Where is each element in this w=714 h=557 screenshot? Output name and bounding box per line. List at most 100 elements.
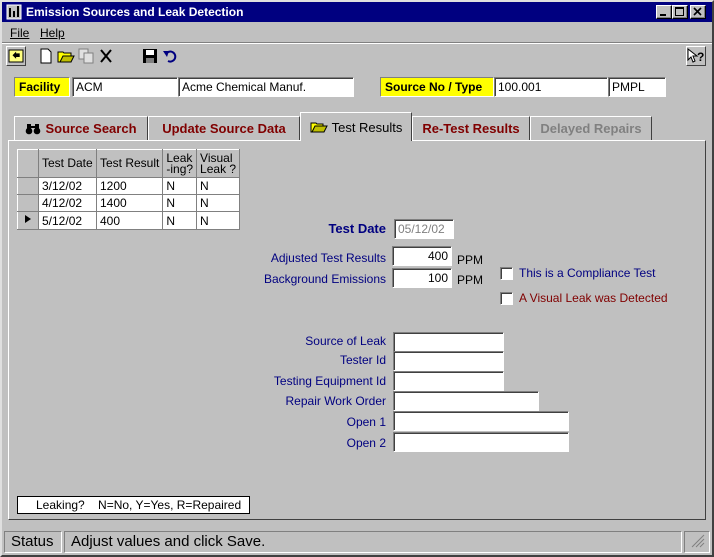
app-icon [6,4,22,20]
table-row[interactable]: 3/12/02 1200 N N [17,177,241,195]
cell-visual-leak[interactable]: N [196,177,241,195]
cell-test-date[interactable]: 4/12/02 [38,194,97,212]
visual-leak-label[interactable]: A Visual Leak was Detected [519,291,668,305]
cell-leaking[interactable]: N [162,194,198,212]
compliance-test-label[interactable]: This is a Compliance Test [519,266,656,280]
status-bar: Status Adjust values and click Save. [2,531,712,555]
resize-grip-icon [691,534,705,548]
cell-leaking[interactable]: N [162,177,198,195]
cell-visual-leak[interactable]: N [196,211,241,230]
grid-corner [17,149,39,178]
testing-equipment-id-field[interactable] [393,371,504,391]
current-row-arrow-icon [25,215,31,223]
tab-delayed-repairs-label: Delayed Repairs [540,121,642,136]
tab-test-results[interactable]: Test Results [300,112,412,141]
tab-source-search-label: Source Search [45,121,137,136]
open-1-field[interactable] [393,411,569,431]
open-2-label: Open 2 [346,436,386,450]
toolbar-separator [2,42,712,44]
open-folder-icon [310,122,328,133]
maximize-button[interactable] [672,5,688,19]
exit-button[interactable] [6,46,26,66]
source-no-field[interactable]: 100.001 [494,77,608,97]
repair-work-order-field[interactable] [393,391,539,411]
tester-id-field[interactable] [393,351,504,371]
tab-source-search[interactable]: Source Search [14,116,148,140]
maximize-icon [675,7,684,16]
tab-re-test-results-label: Re-Test Results [422,121,520,136]
open-button[interactable] [56,46,76,66]
tab-update-source-data-label: Update Source Data [162,121,286,136]
cell-test-result[interactable]: 1200 [95,177,164,195]
context-help-button[interactable]: ? [686,46,706,66]
delete-icon [100,49,112,63]
test-date-label: Test Date [328,221,386,236]
open-1-label: Open 1 [346,415,386,429]
undo-icon [163,50,177,63]
adjusted-test-results-label: Adjusted Test Results [270,251,386,265]
facility-name-field[interactable]: Acme Chemical Manuf. [178,77,354,97]
row-selector[interactable] [17,177,39,195]
size-grip[interactable] [684,531,710,553]
status-message: Adjust values and click Save. [64,531,682,553]
source-type-field[interactable]: PMPL [608,77,666,97]
leaking-legend: Leaking? N=No, Y=Yes, R=Repaired [17,496,250,514]
menu-file[interactable]: File [10,26,29,40]
table-row[interactable]: 5/12/02 400 N N [17,211,241,230]
tab-re-test-results[interactable]: Re-Test Results [412,116,530,140]
title-bar: Emission Sources and Leak Detection [2,2,712,22]
exit-icon [8,49,24,63]
facility-label: Facility [14,77,70,97]
close-button[interactable] [690,5,706,19]
save-button[interactable] [140,46,160,66]
svg-text:?: ? [697,50,704,64]
context-help-icon: ? [687,48,704,64]
row-selector[interactable] [17,194,39,212]
repair-work-order-label: Repair Work Order [285,394,386,408]
background-unit: PPM [457,273,484,287]
col-header-test-result[interactable]: Test Result [95,149,164,178]
cell-test-result[interactable]: 1400 [95,194,164,212]
cell-visual-leak[interactable]: N [196,194,241,212]
adjusted-test-results-field[interactable]: 400 [392,246,452,266]
test-results-grid: Test Date Test Result Leak -ing? Visual … [17,149,241,230]
minimize-button[interactable] [656,5,672,19]
tab-delayed-repairs: Delayed Repairs [530,116,652,140]
open-icon [57,51,75,63]
test-date-field: 05/12/02 [394,219,454,239]
background-emissions-label: Background Emissions [263,272,386,286]
cell-test-date[interactable]: 3/12/02 [38,177,97,195]
visual-leak-checkbox[interactable] [500,292,513,305]
tab-test-results-label: Test Results [331,119,403,135]
window-title: Emission Sources and Leak Detection [26,5,244,19]
binoculars-icon [26,123,41,134]
testing-equipment-id-label: Testing Equipment Id [273,374,386,388]
cell-test-date[interactable]: 5/12/02 [38,211,97,230]
open-2-field[interactable] [393,432,569,452]
undo-button[interactable] [160,46,180,66]
delete-button[interactable] [96,46,116,66]
copy-icon [78,48,94,64]
background-emissions-field[interactable]: 100 [392,268,452,288]
source-of-leak-field[interactable] [393,332,504,352]
facility-code-field[interactable]: ACM [72,77,178,97]
new-button[interactable] [36,46,56,66]
status-label: Status [4,531,62,553]
save-icon [143,49,157,63]
copy-button[interactable] [76,46,96,66]
cell-leaking[interactable]: N [162,211,198,230]
col-header-test-date[interactable]: Test Date [38,149,97,178]
new-icon [40,48,52,64]
table-row[interactable]: 4/12/02 1400 N N [17,194,241,212]
tab-update-source-data[interactable]: Update Source Data [148,116,300,140]
col-header-leaking[interactable]: Leak -ing? [162,149,198,178]
tester-id-label: Tester Id [339,353,386,367]
compliance-test-checkbox[interactable] [500,267,513,280]
close-icon [693,7,702,16]
menu-help[interactable]: Help [40,26,65,40]
adjusted-unit: PPM [457,253,484,267]
row-selector-current[interactable] [17,211,39,230]
grid-header-row: Test Date Test Result Leak -ing? Visual … [17,149,241,178]
cell-test-result[interactable]: 400 [95,211,164,230]
col-header-visual-leak[interactable]: Visual Leak ? [196,149,241,178]
